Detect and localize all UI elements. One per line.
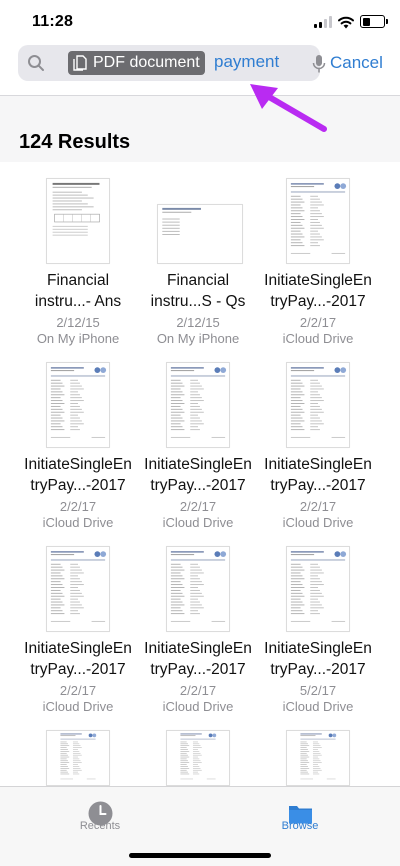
file-name-line2: instru...S - Qs (150, 293, 246, 310)
file-date: 2/12/15 (56, 315, 100, 330)
file-name-line1: InitiateSingleEn (264, 272, 372, 289)
status-time: 11:28 (32, 13, 74, 30)
document-thumbnail (46, 362, 110, 448)
search-input[interactable]: payment (214, 52, 279, 72)
file-name-line1: InitiateSingleEn (144, 640, 252, 657)
document-thumbnail (166, 546, 230, 632)
document-thumbnail (166, 362, 230, 448)
status-bar: 11:28 (0, 0, 400, 44)
search-icon (28, 55, 44, 71)
result-item[interactable]: InitiateSingleEn tryPay...-2017 2/2/17 iClo… (258, 350, 378, 530)
file-name-line2: tryPay...-2017 (30, 661, 126, 678)
result-item[interactable]: InitiateSingleEn tryPay...-2017 2/2/17 iClo… (18, 350, 138, 530)
file-name-line2: tryPay...-2017 (30, 477, 126, 494)
result-item[interactable]: Financial instru...S - Qs 2/12/15 On My iPh… (138, 166, 258, 346)
result-item[interactable]: InitiateSingleEn tryPay...-2017 2/2/17 iClo… (258, 166, 378, 346)
document-thumbnail (46, 546, 110, 632)
search-token-label: PDF document (93, 54, 200, 71)
result-item[interactable]: InitiateSingleEn tryPay...-2017 2/2/17 iClo… (138, 534, 258, 714)
result-item[interactable]: Financial instru...- Ans 2/12/15 On My iPho… (18, 166, 138, 346)
result-item[interactable]: InitiateSingleEn tryPay...-2017 2/2/17 iClo… (18, 534, 138, 714)
file-date: 2/2/17 (299, 315, 337, 330)
file-name-line1: Financial (46, 272, 110, 289)
file-name-line1: InitiateSingleEn (144, 456, 252, 473)
wifi-icon (338, 16, 354, 29)
file-name-line2: tryPay...-2017 (150, 477, 246, 494)
file-name-line1: InitiateSingleEn (24, 640, 132, 657)
file-location: iCloud Drive (282, 699, 354, 714)
tab-browse[interactable]: Browse (240, 787, 360, 847)
file-date: 2/2/17 (299, 499, 337, 514)
document-thumbnail (46, 730, 110, 786)
file-location: iCloud Drive (162, 515, 234, 530)
cellular-signal-icon (314, 16, 332, 28)
file-location: On My iPhone (36, 331, 120, 346)
file-name-line2: tryPay...-2017 (150, 661, 246, 678)
file-location: iCloud Drive (42, 515, 114, 530)
mic-icon[interactable] (312, 54, 326, 74)
arrow-icon (250, 84, 327, 132)
file-date: 2/2/17 (179, 499, 217, 514)
home-indicator (129, 853, 271, 858)
cancel-button[interactable]: Cancel (330, 53, 383, 73)
document-icon (73, 55, 87, 71)
file-location: iCloud Drive (282, 515, 354, 530)
document-thumbnail (157, 204, 243, 264)
document-thumbnail (46, 178, 110, 264)
results-count: 124 Results (19, 131, 131, 153)
result-item[interactable]: InitiateSingleEn tryPay...-2017 5/2/17 iClo… (258, 534, 378, 714)
file-date: 5/2/17 (299, 683, 337, 698)
search-token[interactable]: PDF document (68, 51, 205, 75)
file-location: iCloud Drive (282, 331, 354, 346)
file-date: 2/2/17 (59, 499, 97, 514)
file-name-line1: Financial (166, 272, 230, 289)
file-location: On My iPhone (156, 331, 240, 346)
file-name-line1: InitiateSingleEn (264, 456, 372, 473)
file-date: 2/2/17 (59, 683, 97, 698)
document-thumbnail (286, 362, 350, 448)
battery-icon (360, 15, 388, 28)
result-item[interactable]: InitiateSingleEn tryPay...-2017 2/2/17 iClo… (138, 350, 258, 530)
document-thumbnail (286, 730, 350, 786)
document-thumbnail (286, 546, 350, 632)
tab-recents[interactable]: Recents (40, 787, 160, 847)
tab-recents-label: Recents (79, 820, 121, 832)
file-name-line2: tryPay...-2017 (270, 477, 366, 494)
tab-browse-label: Browse (281, 820, 319, 832)
file-name-line1: InitiateSingleEn (24, 456, 132, 473)
file-location: iCloud Drive (162, 699, 234, 714)
document-thumbnail (286, 178, 350, 264)
file-date: 2/2/17 (179, 683, 217, 698)
document-thumbnail (166, 730, 230, 786)
file-location: iCloud Drive (42, 699, 114, 714)
file-date: 2/12/15 (176, 315, 220, 330)
file-name-line2: tryPay...-2017 (270, 293, 366, 310)
file-name-line2: tryPay...-2017 (270, 661, 366, 678)
file-name-line2: instru...- Ans (34, 293, 122, 310)
file-name-line1: InitiateSingleEn (264, 640, 372, 657)
